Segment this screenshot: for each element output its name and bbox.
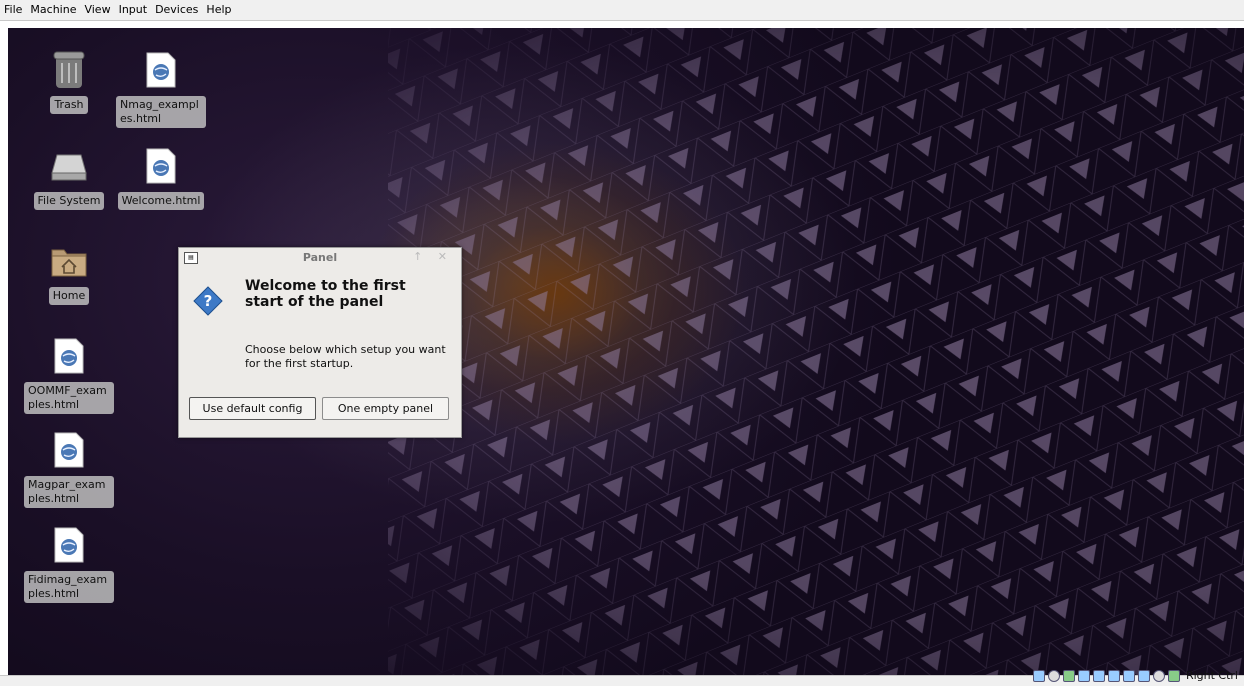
- html-file-icon: [141, 50, 181, 90]
- desktop-icon-label: Fidimag_examples.html: [24, 571, 114, 603]
- network-icon[interactable]: [1062, 670, 1075, 682]
- recording-icon[interactable]: [1122, 670, 1135, 682]
- host-statusbar: Right Ctrl: [0, 670, 1244, 686]
- html-file-icon: [141, 146, 181, 186]
- desktop-icon-label: Magpar_examples.html: [24, 476, 114, 508]
- menu-help[interactable]: Help: [202, 0, 235, 20]
- host-key-label: Right Ctrl: [1185, 669, 1238, 682]
- host-menubar: File Machine View Input Devices Help: [0, 0, 1244, 21]
- menu-machine[interactable]: Machine: [26, 0, 80, 20]
- desktop-icon-label: Nmag_examples.html: [116, 96, 206, 128]
- desktop-icon-nmag[interactable]: Nmag_examples.html: [116, 50, 206, 128]
- dialog-body: Choose below which setup you want for th…: [245, 343, 446, 370]
- question-icon: ?: [193, 286, 223, 316]
- storage-icon[interactable]: [1032, 670, 1045, 682]
- guest-desktop[interactable]: Trash File System Home OOMMF_examples.ht…: [8, 28, 1244, 675]
- panel-welcome-dialog: ▤ Panel ↑ ✕ ? Welcome to the first start…: [178, 247, 462, 438]
- use-default-config-button[interactable]: Use default config: [189, 397, 316, 420]
- desktop-icon-label: File System: [33, 192, 105, 210]
- menu-view[interactable]: View: [80, 0, 114, 20]
- trash-icon: [49, 50, 89, 90]
- dialog-titlebar[interactable]: ▤ Panel ↑ ✕: [179, 248, 461, 268]
- desktop-icon-trash[interactable]: Trash: [24, 50, 114, 114]
- dialog-heading: Welcome to the first start of the panel: [245, 278, 406, 310]
- desktop-icon-label: Home: [48, 287, 90, 305]
- home-folder-icon: [49, 241, 89, 281]
- menu-input[interactable]: Input: [115, 0, 151, 20]
- html-file-icon: [49, 525, 89, 565]
- shared-folder-icon[interactable]: [1092, 670, 1105, 682]
- desktop-icon-welcome[interactable]: Welcome.html: [116, 146, 206, 210]
- display-icon[interactable]: [1107, 670, 1120, 682]
- status-tray: Right Ctrl: [1032, 669, 1238, 682]
- mouse-integration-icon[interactable]: [1152, 670, 1165, 682]
- desktop-icon-label: OOMMF_examples.html: [24, 382, 114, 414]
- usb-icon[interactable]: [1077, 670, 1090, 682]
- svg-text:?: ?: [204, 292, 213, 310]
- drive-icon: [49, 146, 89, 186]
- capture-icon[interactable]: [1137, 670, 1150, 682]
- desktop-icon-home[interactable]: Home: [24, 241, 114, 305]
- menu-devices[interactable]: Devices: [151, 0, 202, 20]
- desktop-icon-oommf[interactable]: OOMMF_examples.html: [24, 336, 114, 414]
- desktop-icon-magpar[interactable]: Magpar_examples.html: [24, 430, 114, 508]
- desktop-icon-label: Trash: [50, 96, 88, 114]
- desktop-icon-fidimag[interactable]: Fidimag_examples.html: [24, 525, 114, 603]
- one-empty-panel-button[interactable]: One empty panel: [322, 397, 449, 420]
- html-file-icon: [49, 430, 89, 470]
- html-file-icon: [49, 336, 89, 376]
- menu-file[interactable]: File: [0, 0, 26, 20]
- desktop-icon-filesystem[interactable]: File System: [24, 146, 114, 210]
- desktop-icon-label: Welcome.html: [117, 192, 205, 210]
- keyboard-icon[interactable]: [1167, 670, 1180, 682]
- titlebar-buttons[interactable]: ↑ ✕: [413, 250, 453, 263]
- optical-drive-icon[interactable]: [1047, 670, 1060, 682]
